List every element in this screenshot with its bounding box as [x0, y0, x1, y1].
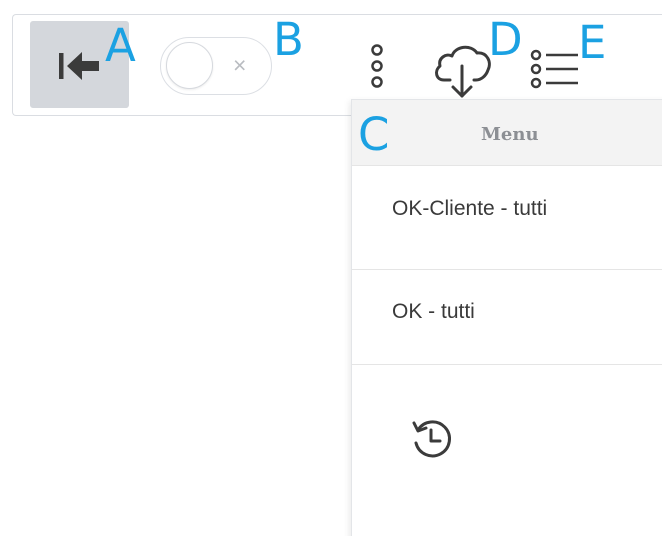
menu-header: Menu: [352, 100, 662, 166]
menu-item-label: OK - tutti: [392, 300, 475, 323]
app-stage: A × B D E Menu OK-Cliente - tutti OK - t…: [0, 0, 662, 536]
menu-item-ok-tutti[interactable]: OK - tutti: [352, 261, 662, 365]
toggle-knob: [166, 42, 213, 89]
cloud-download-icon[interactable]: [431, 38, 495, 100]
menu-header-label: Menu: [481, 124, 539, 145]
close-x-icon: ×: [233, 52, 247, 78]
history-clock-icon[interactable]: [410, 416, 456, 462]
toggle-switch[interactable]: ×: [160, 37, 272, 95]
callout-d: D: [488, 13, 523, 66]
dropdown-menu: Menu OK-Cliente - tutti OK - tutti: [351, 99, 662, 536]
bulleted-list-icon[interactable]: [530, 47, 580, 91]
menu-item-label: OK-Cliente - tutti: [392, 197, 548, 220]
menu-item-ok-cliente[interactable]: OK-Cliente - tutti: [352, 166, 662, 270]
callout-b: B: [273, 13, 304, 66]
callout-c: C: [358, 108, 390, 161]
three-dots-vertical-icon[interactable]: [363, 41, 391, 91]
callout-e: E: [578, 16, 607, 69]
collapse-left-arrow-icon: [59, 52, 99, 80]
callout-a: A: [105, 19, 136, 72]
